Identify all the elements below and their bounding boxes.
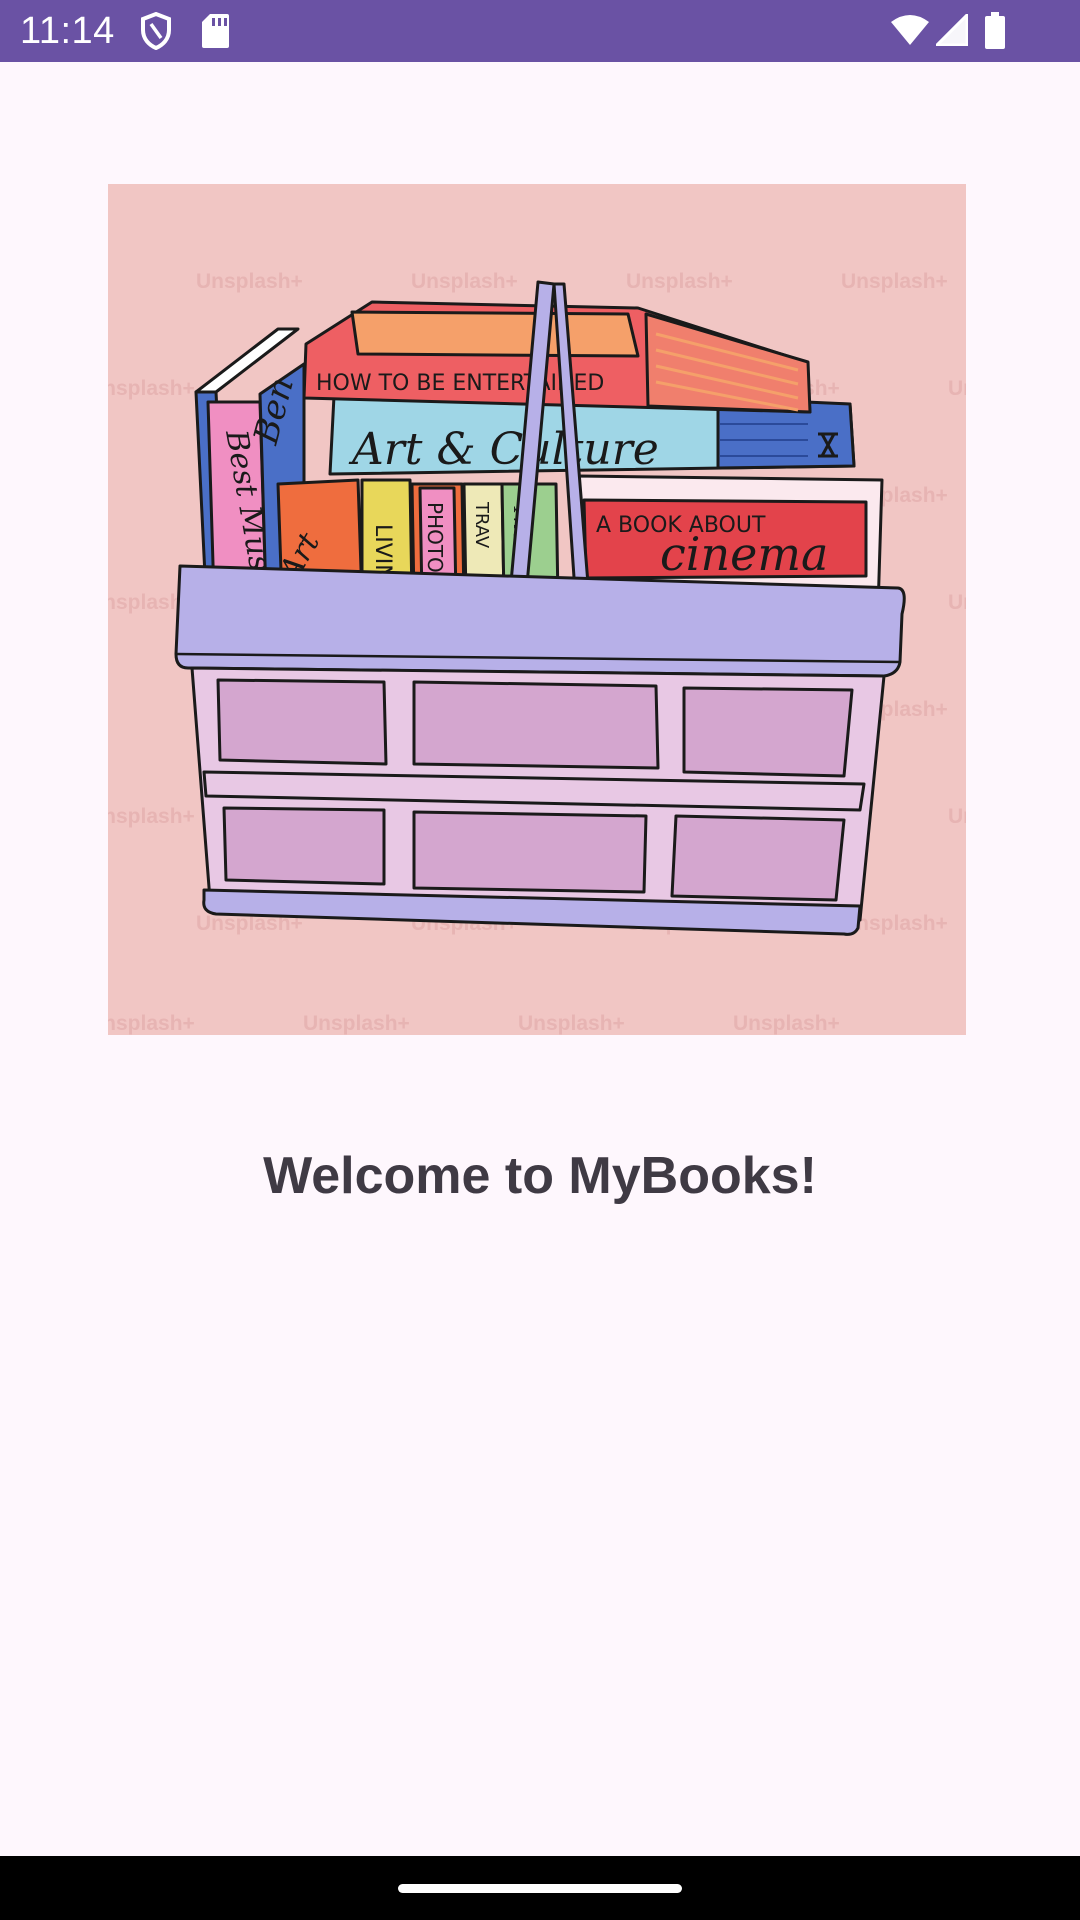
screen: 11:14 Unsplash+ Unsplash+ Unsplash+ Unsp…: [0, 0, 1080, 1920]
watermark: Unsplash+: [948, 805, 966, 828]
watermark: Unsplash+: [733, 1012, 840, 1035]
watermark: Unsplash+: [948, 591, 966, 614]
welcome-title: Welcome to MyBooks!: [263, 1147, 817, 1205]
basket: [174, 564, 906, 936]
book-title-large: cinema: [660, 527, 828, 581]
hero-illustration: Unsplash+ Unsplash+ Unsplash+ Unsplash+ …: [108, 184, 966, 1035]
watermark: Unsplash+: [411, 270, 518, 293]
status-bar: 11:14: [0, 0, 1080, 62]
watermark: Unsplash+: [841, 270, 948, 293]
home-handle[interactable]: [398, 1884, 682, 1893]
watermark: Unsplash+: [108, 1012, 195, 1035]
watermark: Unsplash+: [948, 377, 966, 400]
watermark: Unsplash+: [518, 1012, 625, 1035]
signal-icon: [936, 14, 968, 46]
book-title: Art & Culture: [348, 424, 659, 475]
status-time: 11:14: [20, 10, 115, 52]
watermark: Unsplash+: [303, 1012, 410, 1035]
watermark: Unsplash+: [108, 377, 195, 400]
sd-card-icon: [202, 14, 229, 48]
battery-icon: [985, 12, 1005, 49]
watermark: Unsplash+: [626, 270, 733, 293]
watermark: Unsplash+: [108, 805, 195, 828]
wifi-icon: [891, 15, 929, 45]
shield-icon: [141, 12, 171, 50]
book-spine-title: TRAV: [471, 501, 492, 549]
navigation-bar: [0, 1856, 1080, 1920]
watermark: Unsplash+: [196, 270, 303, 293]
books-in-basket-illustration: Unsplash+ Unsplash+ Unsplash+ Unsplash+ …: [108, 270, 966, 1035]
